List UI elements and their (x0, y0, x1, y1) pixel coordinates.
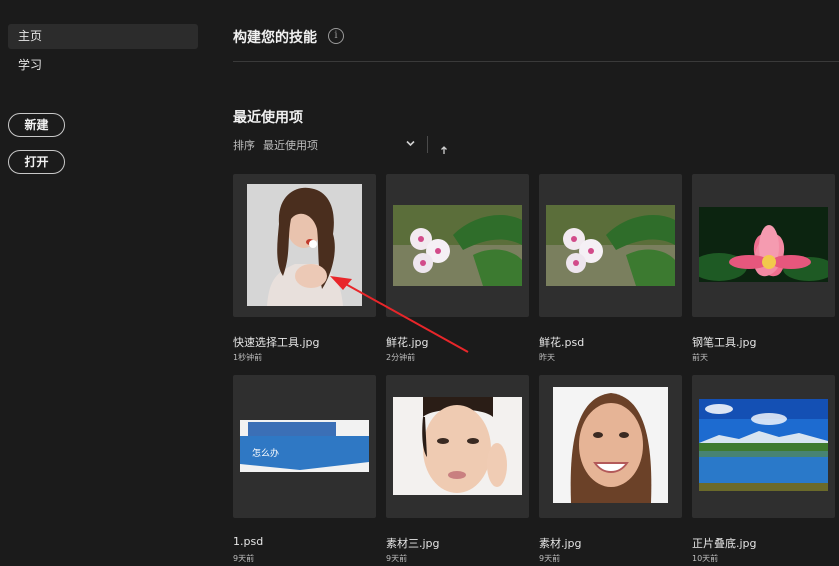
thumbnail-pink-lotus (699, 207, 828, 282)
file-card[interactable]: 钢笔工具.jpg 前天 (692, 174, 835, 362)
thumbnail-woman-portrait (247, 184, 362, 306)
file-time: 昨天 (539, 353, 555, 362)
thumbnail-smiling-woman (553, 387, 668, 503)
chevron-down-icon[interactable] (405, 138, 416, 152)
open-button[interactable]: 打开 (8, 150, 65, 174)
file-name: 快速选择工具.jpg (233, 336, 320, 349)
file-name: 素材.jpg (539, 537, 582, 550)
file-time: 10天前 (692, 554, 719, 563)
file-card[interactable]: 快速选择工具.jpg 1秒钟前 (233, 174, 376, 362)
file-time: 1秒钟前 (233, 353, 263, 362)
file-name: 鲜花.jpg (386, 336, 429, 349)
file-card[interactable]: 鲜花.jpg 2分钟前 (386, 174, 529, 362)
thumbnail-white-flowers (393, 205, 522, 286)
file-card[interactable]: 怎么办 1.psd 9天前 (233, 375, 376, 563)
sidebar-item-label: 学习 (18, 58, 43, 72)
file-name: 正片叠底.jpg (692, 537, 757, 550)
new-button[interactable]: 新建 (8, 113, 65, 137)
thumbnail-face-closeup (393, 397, 522, 495)
sidebar-item-label: 主页 (18, 29, 43, 43)
thumbnail-white-flowers (546, 205, 675, 286)
recent-title: 最近使用项 (233, 110, 303, 126)
sort-separator (427, 136, 428, 153)
skills-title: 构建您的技能 (233, 30, 317, 46)
file-card[interactable]: 正片叠底.jpg 10天前 (692, 375, 835, 563)
divider (233, 61, 839, 62)
file-card[interactable]: 素材.jpg 9天前 (539, 375, 682, 563)
file-time: 9天前 (539, 554, 561, 563)
file-name: 钢笔工具.jpg (692, 336, 757, 349)
sidebar-item-learn[interactable]: 学习 (8, 53, 198, 78)
file-card[interactable]: 素材三.jpg 9天前 (386, 375, 529, 563)
file-time: 9天前 (386, 554, 408, 563)
file-time: 2分钟前 (386, 353, 416, 362)
sidebar: 主页 学习 新建 打开 (0, 0, 210, 566)
sort-select[interactable]: 最近使用项 (263, 137, 318, 153)
file-time: 9天前 (233, 554, 255, 563)
file-name: 1.psd (233, 535, 264, 548)
thumbnail-blue-banner: 怎么办 (240, 420, 369, 472)
info-icon[interactable]: i (328, 28, 344, 44)
sort-label: 排序 (233, 139, 255, 152)
thumbnail-lake-landscape (699, 399, 828, 491)
sidebar-item-home[interactable]: 主页 (8, 24, 198, 49)
thumbnail-caption: 怎么办 (252, 449, 280, 459)
file-card[interactable]: 鲜花.psd 昨天 (539, 174, 682, 362)
file-time: 前天 (692, 353, 708, 362)
arrow-up-icon[interactable] (440, 140, 448, 159)
file-name: 鲜花.psd (539, 336, 585, 349)
file-name: 素材三.jpg (386, 537, 440, 550)
